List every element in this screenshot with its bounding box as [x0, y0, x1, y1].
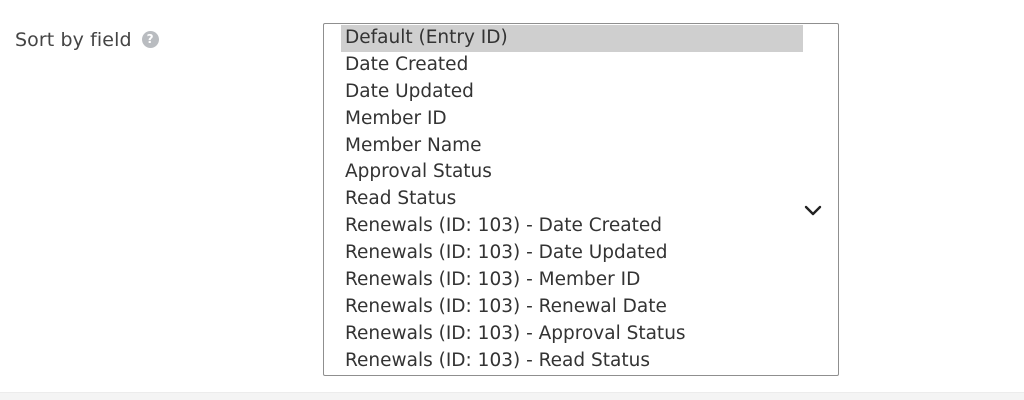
help-question-icon[interactable]: ?: [141, 30, 159, 48]
form-footer-strip: [0, 392, 1024, 400]
sort-option-member-id[interactable]: Member ID: [341, 106, 803, 133]
sort-option-renewals-date-created[interactable]: Renewals (ID: 103) - Date Created: [341, 213, 803, 240]
sort-option-renewals-renewal-date[interactable]: Renewals (ID: 103) - Renewal Date: [341, 294, 803, 321]
sort-by-field-label-group: Sort by field ?: [15, 29, 159, 51]
sort-by-field-label: Sort by field: [15, 29, 132, 51]
sort-option-default-entry-id[interactable]: Default (Entry ID): [341, 25, 803, 52]
sort-by-field-select[interactable]: Default (Entry ID) Date Created Date Upd…: [323, 23, 839, 376]
sort-option-list: Default (Entry ID) Date Created Date Upd…: [341, 25, 803, 375]
sort-by-field-row: Sort by field ? Default (Entry ID) Date …: [0, 0, 1024, 400]
sort-option-approval-status[interactable]: Approval Status: [341, 159, 803, 186]
sort-option-date-created[interactable]: Date Created: [341, 52, 803, 79]
sort-option-read-status[interactable]: Read Status: [341, 186, 803, 213]
sort-option-date-updated[interactable]: Date Updated: [341, 79, 803, 106]
sort-option-renewals-member-id[interactable]: Renewals (ID: 103) - Member ID: [341, 267, 803, 294]
sort-option-renewals-date-updated[interactable]: Renewals (ID: 103) - Date Updated: [341, 240, 803, 267]
sort-option-renewals-read-status[interactable]: Renewals (ID: 103) - Read Status: [341, 348, 803, 375]
sort-option-renewals-approval-status[interactable]: Renewals (ID: 103) - Approval Status: [341, 321, 803, 348]
sort-option-member-name[interactable]: Member Name: [341, 133, 803, 160]
chevron-down-icon[interactable]: [804, 205, 822, 217]
